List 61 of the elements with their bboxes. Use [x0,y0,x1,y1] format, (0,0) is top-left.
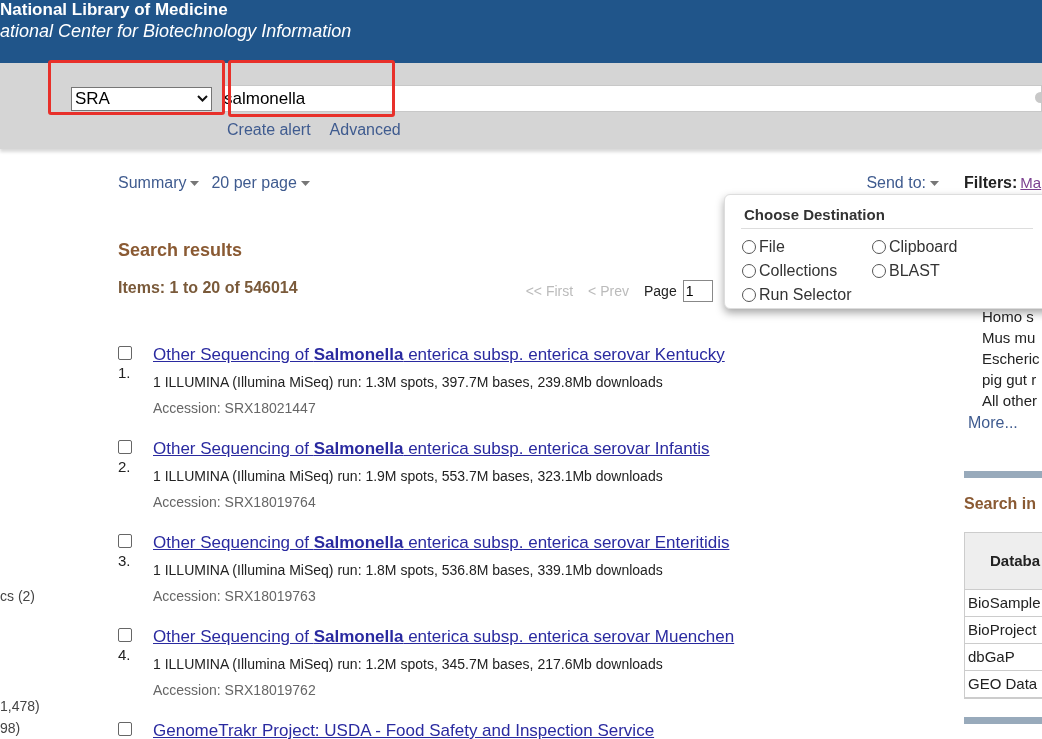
per-page-dropdown[interactable]: 20 per page [211,171,310,195]
caret-icon [930,181,939,187]
search-link[interactable]: Create alert [227,118,311,142]
result-checkbox[interactable] [118,534,132,548]
filter-link[interactable]: Ma [1020,174,1042,191]
page-number-field[interactable]: 1 [682,280,713,302]
result-checkbox[interactable] [118,440,132,454]
result-accession: Accession: SRX18019762 [153,681,317,700]
result-accession: Accession: SRX18019763 [153,587,317,606]
result-accession: Accession: SRX18019764 [153,493,317,512]
result-accession: Accession: SRX18021447 [153,399,317,418]
result-summary: 1 ILLUMINA (Illumina MiSeq) run: 1.9M spots, 553.7M bases, 323.1Mb downloads [153,467,664,486]
table-cell: BioProject [965,617,1042,644]
table-cell: BioSample [965,590,1042,617]
result-title-link[interactable]: Other Sequencing of Salmonella enterica subsp. enterica serovar Kentucky [153,347,725,363]
destination-option[interactable]: File [742,234,872,259]
destination-option[interactable]: Collections [742,258,872,283]
caret-icon [190,181,200,187]
result-number: 4. [118,645,132,665]
result-title-link[interactable]: GenomeTrakr Project: USDA - Food Safety and Inspection Service [153,723,655,739]
destination-option[interactable]: BLAST [872,258,1002,283]
search-link[interactable]: Advanced [329,118,401,142]
results-heading: Search results [118,239,243,262]
section-heading: Search in [964,494,1038,514]
result-title-link[interactable]: Other Sequencing of Salmonella enterica subsp. enterica serovar Muenchen [153,629,735,645]
result-checkbox[interactable] [118,346,132,360]
organism-filter[interactable]: All other [982,390,1042,411]
facet-count: 98) [0,719,21,738]
destination-option[interactable]: Run Selector [742,282,872,307]
result-summary: 1 ILLUMINA (Illumina MiSeq) run: 1.3M spots, 397.7M bases, 239.8Mb downloads [153,373,664,392]
result-checkbox[interactable] [118,722,132,736]
send-to-dropdown[interactable]: Send to: [866,171,939,195]
destination-option[interactable]: Clipboard [872,234,1002,259]
site-subtitle: ational Center for Biotechnology Information [0,20,353,42]
table-cell: GEO Data [965,671,1042,698]
organism-filter[interactable]: pig gut r [982,369,1042,390]
result-title-link[interactable]: Other Sequencing of Salmonella enterica subsp. enterica serovar Infantis [153,441,710,457]
filters-label: Filters: [964,174,1018,191]
caret-icon [300,181,310,187]
database-select[interactable]: SRA [71,86,212,111]
result-number: 3. [118,551,132,571]
popup-title: Choose Destination [741,204,1033,229]
result-number: 2. [118,457,132,477]
organism-filter[interactable]: Escheric [982,348,1042,369]
site-title: National Library of Medicine [0,0,229,20]
table-header: Databa [965,533,1042,590]
summary-dropdown[interactable]: Summary [118,171,200,195]
result-title-link[interactable]: Other Sequencing of Salmonella enterica subsp. enterica serovar Enteritidis [153,535,730,551]
organism-filter[interactable]: Homo s [982,306,1042,327]
results-count: Items: 1 to 20 of 546014 [118,278,298,298]
table-cell: dbGaP [965,644,1042,671]
result-checkbox[interactable] [118,628,132,642]
chevron-down-icon [197,95,208,102]
organism-filter[interactable]: Mus mu [982,327,1042,348]
result-summary: 1 ILLUMINA (Illumina MiSeq) run: 1.8M spots, 536.8M bases, 339.1Mb downloads [153,561,664,580]
facet-count: 1,478) [0,697,40,716]
more-link[interactable]: More... [964,411,1042,435]
facet-count: cs (2) [0,587,35,606]
result-number: 1. [118,363,132,383]
page-label: Page [643,281,677,301]
result-summary: 1 ILLUMINA (Illumina MiSeq) run: 1.2M spots, 345.7M bases, 217.6Mb downloads [153,655,664,674]
